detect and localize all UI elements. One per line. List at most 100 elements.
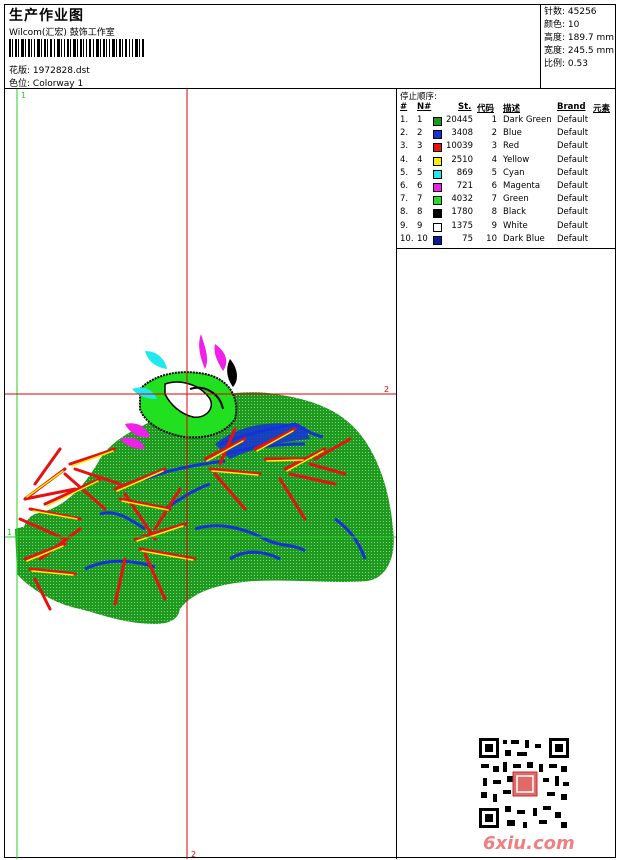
table-row: 2. 2 3408 2 Blue Default — [397, 128, 615, 141]
row-description: Red — [503, 141, 520, 152]
design-file: 1972828.dst — [32, 66, 90, 76]
row-brand: Default — [557, 167, 589, 178]
row-brand: Default — [557, 128, 589, 139]
row-description: Blue — [503, 128, 522, 139]
header-element: 元素 — [593, 104, 611, 114]
row-brand: Default — [557, 181, 589, 191]
row-stitches: 20445 — [445, 115, 473, 125]
row-needle: 7 — [417, 194, 423, 205]
row-brand: Default — [557, 233, 589, 244]
color-swatch — [433, 209, 442, 219]
design-scale: 比例: 0.53 — [544, 59, 588, 69]
row-num: 3. — [400, 141, 409, 152]
row-description: Yellow — [503, 154, 530, 165]
header-description: 描述 — [503, 104, 521, 114]
row-stitches: 1375 — [451, 220, 473, 231]
header-num: # — [400, 102, 408, 112]
row-stitches: 1780 — [451, 207, 473, 218]
barcode — [9, 39, 144, 57]
marker-top: 1 — [21, 91, 26, 100]
watermark-text: 6xiu.com — [483, 833, 575, 854]
row-code: 1 — [491, 115, 497, 125]
color-swatch — [433, 169, 442, 179]
row-stitches: 75 — [462, 233, 473, 244]
row-brand: Default — [557, 220, 589, 231]
header-stitches: St. — [458, 102, 472, 112]
row-brand: Default — [557, 194, 589, 205]
row-code: 2 — [491, 128, 497, 139]
flower-cluster — [120, 334, 238, 449]
color-swatch — [433, 156, 442, 166]
row-brand: Default — [557, 154, 589, 165]
embroidery-preview: 1 1 2 2 — [5, 89, 396, 859]
row-num: 5. — [400, 167, 409, 178]
header-n: N# — [417, 102, 432, 112]
table-row: 9. 9 1375 9 White Default — [397, 221, 615, 234]
row-needle: 3 — [417, 141, 423, 152]
design-canvas: 1 1 2 2 — [5, 89, 397, 859]
row-num: 9. — [400, 220, 409, 231]
row-num: 6. — [400, 181, 409, 191]
table-row: 5. 5 869 5 Cyan Default — [397, 168, 615, 181]
row-stitches: 3408 — [451, 128, 473, 139]
design-stats: 针数: 45256 颜色: 10 高度: 189.7 mm 宽度: 245.5 … — [541, 5, 615, 89]
row-description: Dark Green — [503, 115, 552, 125]
row-code: 8 — [491, 207, 497, 218]
row-num: 7. — [400, 194, 409, 205]
colorway-label: 色位: — [9, 79, 31, 89]
row-brand: Default — [557, 207, 589, 218]
row-code: 9 — [491, 220, 497, 231]
design-file-row: 花版: 1972828.dst — [9, 63, 90, 76]
sheet-title: 生产作业图 — [9, 8, 84, 24]
table-row: 4. 4 2510 4 Yellow Default — [397, 155, 615, 168]
sheet-header: 生产作业图 Wilcom(汇宏) 鼓饰工作室 花版: 1972828.dst 色… — [5, 5, 541, 89]
table-row: 10. 10 75 10 Dark Blue Default — [397, 234, 615, 247]
color-swatch — [433, 183, 442, 192]
table-row: 3. 3 10039 3 Red Default — [397, 141, 615, 154]
color-swatch — [433, 196, 442, 206]
color-swatch — [433, 235, 442, 245]
row-stitches: 10039 — [445, 141, 473, 152]
production-sheet: 生产作业图 Wilcom(汇宏) 鼓饰工作室 花版: 1972828.dst 色… — [4, 4, 616, 859]
table-row: 1. 1 20445 1 Dark Green Default — [397, 115, 615, 128]
stitch-count: 针数: 45256 — [544, 7, 597, 17]
company-name: Wilcom(汇宏) 鼓饰工作室 — [9, 28, 115, 38]
row-description: White — [503, 220, 528, 231]
row-num: 8. — [400, 207, 409, 218]
marker-left: 1 — [7, 528, 12, 537]
design-height: 高度: 189.7 mm — [544, 33, 615, 43]
colorway-value: Colorway 1 — [32, 79, 84, 89]
color-swatch — [433, 143, 442, 153]
table-row: 7. 7 4032 7 Green Default — [397, 194, 615, 207]
row-brand: Default — [557, 141, 589, 152]
row-code: 5 — [491, 167, 497, 178]
colorway-row: 色位: Colorway 1 — [9, 76, 83, 89]
row-needle: 10 — [417, 233, 428, 244]
color-swatch — [433, 222, 442, 232]
row-description: Dark Blue — [503, 233, 545, 244]
design-label: 花版: — [9, 66, 31, 76]
row-description: Black — [503, 207, 526, 218]
row-stitches: 721 — [456, 181, 473, 191]
row-needle: 4 — [417, 154, 423, 165]
row-needle: 6 — [417, 181, 423, 191]
stop-sequence-table: 停止顺序: # N# St. 代码 描述 Brand 元素 1. 1 20445 1 D… — [397, 89, 615, 249]
row-num: 10. — [400, 233, 414, 244]
row-code: 3 — [491, 141, 497, 152]
row-stitches: 869 — [456, 167, 473, 178]
row-needle: 2 — [417, 128, 423, 139]
row-needle: 5 — [417, 167, 423, 178]
table-row: 8. 8 1780 8 Black Default — [397, 207, 615, 220]
design-width: 宽度: 245.5 mm — [544, 46, 615, 56]
row-description: Green — [503, 194, 529, 205]
row-num: 4. — [400, 154, 409, 165]
marker-bottom: 2 — [191, 850, 196, 859]
row-needle: 8 — [417, 207, 423, 218]
row-brand: Default — [557, 115, 589, 125]
color-count: 颜色: 10 — [544, 20, 580, 30]
row-stitches: 2510 — [451, 154, 473, 165]
row-needle: 9 — [417, 220, 423, 231]
stop-sequence-title: 停止顺序: — [400, 92, 437, 102]
header-code: 代码 — [477, 104, 495, 114]
row-description: Cyan — [503, 167, 525, 178]
